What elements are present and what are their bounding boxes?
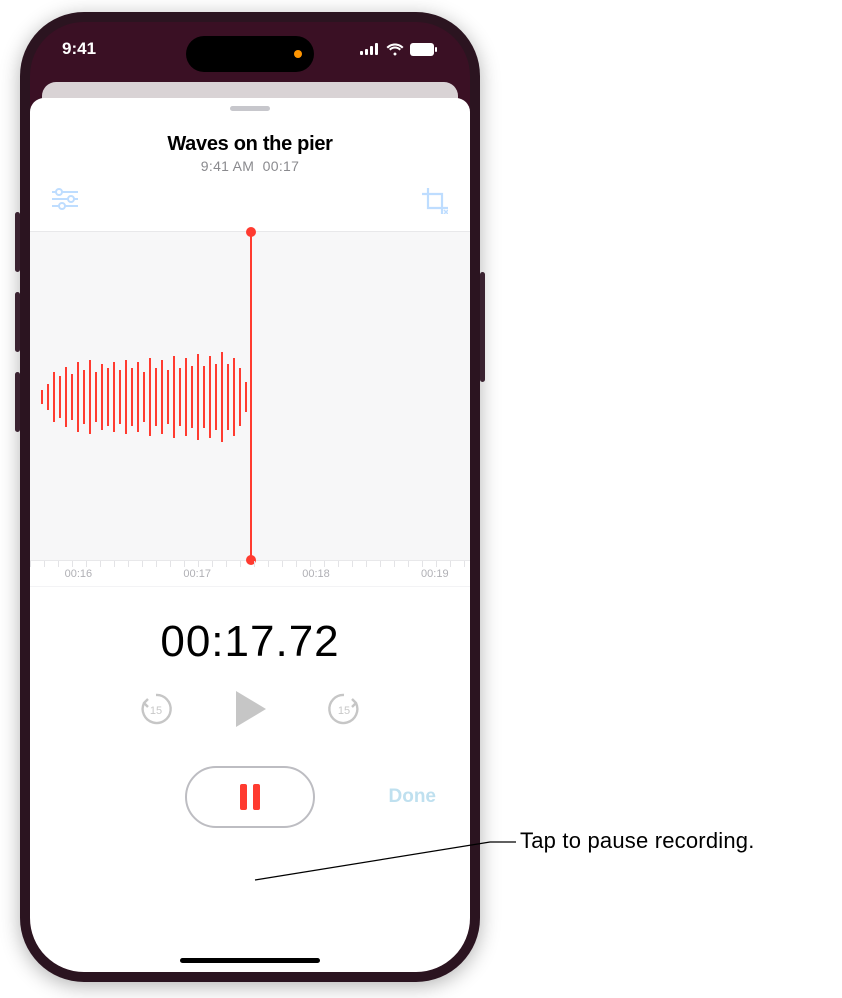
battery-icon (410, 43, 438, 56)
status-time: 9:41 (62, 39, 96, 59)
callout-text: Tap to pause recording. (520, 828, 755, 854)
status-right (360, 43, 438, 56)
mic-indicator-dot (294, 50, 302, 58)
cellular-icon (360, 43, 380, 55)
wifi-icon (386, 43, 404, 56)
